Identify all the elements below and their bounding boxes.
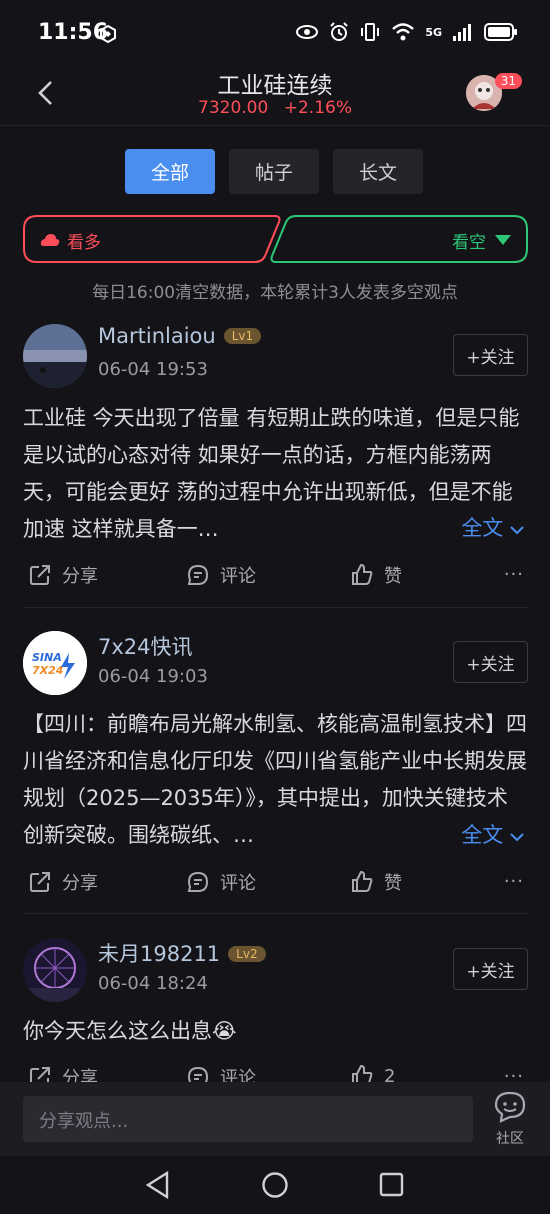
battery-icon (484, 23, 517, 41)
comment-button[interactable]: 评论 (186, 869, 256, 895)
level-badge: Lv2 (228, 946, 266, 962)
sentiment-bar: 看多 看空 (23, 215, 528, 263)
tab-articles[interactable]: 长文 (333, 149, 423, 194)
follow-button[interactable]: +关注 (453, 948, 528, 990)
comment-button[interactable]: 评论 (186, 562, 256, 588)
triangle-down-icon (495, 235, 511, 245)
thumb-up-icon (352, 563, 373, 585)
tab-all[interactable]: 全部 (125, 149, 215, 194)
post-avatar[interactable] (23, 938, 87, 1002)
share-button[interactable]: 分享 (28, 869, 98, 895)
eye-icon (296, 25, 319, 39)
level-badge: Lv1 (223, 328, 262, 344)
post-time: 06-04 18:24 (98, 973, 208, 994)
like-button[interactable]: 赞 (350, 869, 402, 895)
chevron-down-icon (510, 526, 524, 535)
wifi-icon (392, 23, 415, 41)
post-avatar[interactable]: SINA 7X24 (23, 631, 87, 695)
post-time: 06-04 19:03 (98, 666, 208, 687)
status-icons: 5G (295, 22, 518, 42)
comment-input[interactable]: 分享观点... (23, 1096, 473, 1142)
cloud-up-icon (40, 234, 60, 246)
comment-icon (187, 871, 209, 892)
signal-icon (453, 24, 471, 41)
divider (23, 607, 528, 608)
follow-button[interactable]: +关注 (453, 641, 528, 683)
system-nav-bar (0, 1156, 550, 1214)
bull-button[interactable]: 看多 (23, 215, 283, 263)
filter-tabs: 全部 帖子 长文 (125, 149, 423, 194)
network-label: 5G (425, 25, 442, 39)
vibrate-icon (361, 23, 380, 41)
post-content: 【四川：前瞻布局光解水制氢、核能高温制氢技术】四川省经济和信息化厅印发《四川省氢… (23, 712, 527, 847)
post-username[interactable]: 7x24快讯 (98, 631, 193, 661)
follow-button[interactable]: +关注 (453, 334, 528, 376)
share-icon (30, 565, 50, 585)
like-button[interactable]: 赞 (350, 562, 402, 588)
svg-text:7X24: 7X24 (32, 664, 63, 677)
read-more-link[interactable]: 全文 (455, 819, 524, 849)
share-icon (30, 872, 50, 892)
tab-posts[interactable]: 帖子 (229, 149, 319, 194)
community-icon (494, 1091, 526, 1123)
nav-back-icon[interactable] (145, 1171, 171, 1199)
more-options-icon[interactable]: ··· (504, 564, 524, 585)
post-content: 工业硅 今天出现了倍量 有短期止跌的味道，但是只能是以试的心态对待 如果好一点的… (23, 406, 520, 541)
read-more-link[interactable]: 全文 (455, 512, 524, 542)
thumb-up-icon (352, 870, 373, 892)
post-avatar[interactable] (23, 324, 87, 388)
top-bar: 工业硅连续 7320.00 +2.16% 31 (0, 60, 550, 126)
svg-text:SINA: SINA (32, 651, 62, 664)
divider (23, 913, 528, 914)
price-value: 7320.00 (198, 98, 269, 118)
notification-badge: 31 (494, 73, 522, 89)
bear-label: 看空 (452, 233, 486, 253)
sentiment-note: 每日16:00清空数据，本轮累计3人发表多空观点 (92, 283, 458, 303)
post-username[interactable]: 未月198211 Lv2 (98, 938, 266, 968)
alarm-icon (330, 22, 349, 41)
comment-icon (187, 564, 209, 585)
nav-recents-icon[interactable] (379, 1172, 405, 1198)
community-button[interactable]: 社区 (490, 1090, 530, 1148)
share-button[interactable]: 分享 (28, 562, 98, 588)
post-content: 你今天怎么这么出息😭 (23, 1019, 237, 1043)
chevron-down-icon (510, 833, 524, 842)
status-bar: 11:56 5G (0, 0, 550, 66)
post-actions: 分享 评论 赞 ··· (0, 865, 550, 905)
bull-label: 看多 (67, 233, 101, 253)
post-actions: 分享 评论 赞 ··· (0, 558, 550, 598)
post-time: 06-04 19:53 (98, 359, 208, 380)
bear-button[interactable]: 看空 (268, 215, 528, 263)
more-options-icon[interactable]: ··· (504, 871, 524, 892)
community-label: 社区 (496, 1131, 524, 1147)
bottom-input-bar: 分享观点... 社区 (0, 1082, 550, 1156)
nav-home-icon[interactable] (261, 1171, 289, 1199)
post-username[interactable]: Martinlaiou Lv1 (98, 324, 262, 348)
shield-icon (100, 24, 116, 44)
price-change: +2.16% (283, 98, 352, 118)
